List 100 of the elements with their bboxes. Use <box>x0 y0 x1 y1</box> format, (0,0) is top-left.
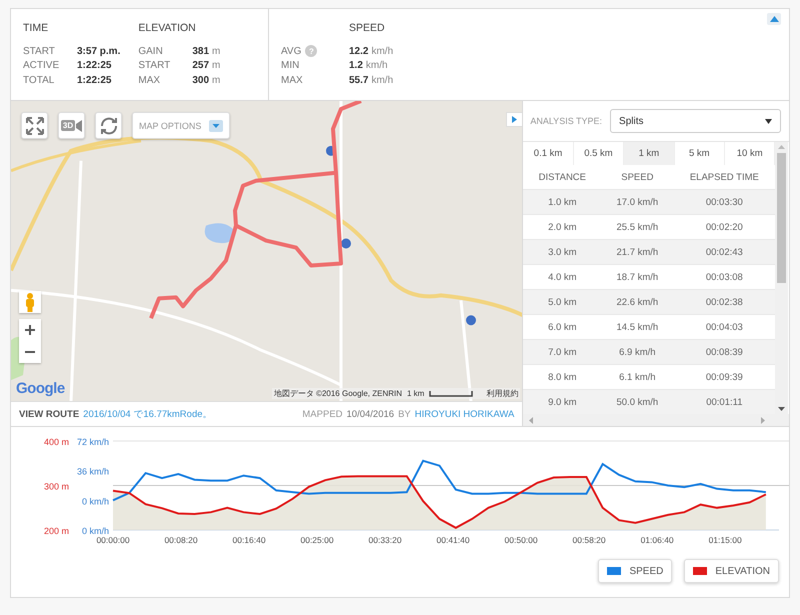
panel-toggle-button[interactable] <box>506 112 522 127</box>
scroll-right-icon[interactable] <box>761 416 765 424</box>
caret-right-icon <box>512 116 518 123</box>
section-title: TIME <box>23 22 50 34</box>
person-icon <box>25 292 35 312</box>
axis-tick-label: 200 m <box>44 526 69 536</box>
by-label: BY <box>398 408 411 420</box>
plus-icon <box>25 325 35 335</box>
axis-tick-label: 300 m <box>44 482 69 492</box>
caret-up-icon <box>770 16 778 22</box>
table-cell-text: 1.0 km <box>547 196 578 208</box>
scrollbar[interactable] <box>775 142 788 414</box>
axis-tick-label: 36 km/h <box>76 466 109 477</box>
stat-label: START <box>23 46 55 57</box>
section-title: ELEVATION <box>138 22 197 34</box>
axis-tick-label: 00:25:00 <box>300 535 334 545</box>
stat-unit: km/h <box>371 74 394 86</box>
legend-button[interactable]: ELEVATION <box>684 559 779 583</box>
mapped-label: MAPPED <box>302 408 343 420</box>
table-cell-text: 18.7 km/h <box>615 272 660 282</box>
map-logo: Google <box>16 380 65 398</box>
axis-tick-label: 00:33:20 <box>368 535 402 545</box>
scroll-left-icon[interactable] <box>529 416 534 424</box>
column-header: ELAPSED TIME <box>688 172 760 182</box>
stat-value: 12.2 <box>349 46 368 57</box>
scroll-up-icon[interactable] <box>778 145 786 149</box>
stat-value: 55.7 <box>349 74 368 86</box>
street-view-button[interactable] <box>19 291 41 313</box>
stat-value: 1:22:25 <box>77 60 112 72</box>
table-cell-text: 00:02:20 <box>704 222 744 232</box>
dropdown-icon <box>209 120 224 132</box>
analysis-type-select[interactable]: Splits <box>610 109 781 133</box>
expand-icon <box>24 116 44 136</box>
stat-unit: km/h <box>371 46 394 57</box>
stat-unit: m <box>212 74 220 86</box>
axis-tick-label: 00:16:40 <box>232 535 266 545</box>
axis-tick-label: 00:50:00 <box>504 535 538 545</box>
stat-label: MIN <box>281 60 300 72</box>
table-cell-text: 00:01:11 <box>705 396 744 408</box>
table-cell-text: 25.5 km/h <box>615 222 660 232</box>
minus-icon <box>25 351 35 353</box>
axis-tick-label: 00:58:20 <box>572 535 606 545</box>
axis-tick-label: 00:00:00 <box>96 535 130 545</box>
table-cell-text: 00:02:38 <box>704 296 744 308</box>
stat-label: START <box>138 60 170 72</box>
table-cell-text: 17.0 km/h <box>615 196 660 208</box>
scale-label: 1 km <box>407 389 424 398</box>
table-cell-text: 4.0 km <box>547 272 578 282</box>
stat-label: TOTAL <box>23 74 54 86</box>
table-cell-text: 22.6 km/h <box>615 296 660 308</box>
stat-unit: m <box>212 46 220 57</box>
section-title: SPEED <box>349 22 386 34</box>
axis-tick-label: 01:15:00 <box>708 535 742 545</box>
stat-value: 3:57 p.m. <box>77 46 120 57</box>
column-header: DISTANCE <box>538 172 588 182</box>
axis-tick-label: 00:41:40 <box>436 535 470 545</box>
table-cell-text: 00:08:39 <box>704 346 744 358</box>
analysis-type-label: ANALYSIS TYPE: <box>530 116 602 126</box>
table-cell-text: 6.0 km <box>547 322 578 332</box>
table-cell-text: 2.0 km <box>547 222 578 232</box>
axis-tick-label: 0 km/h <box>82 526 109 536</box>
table-cell-text: 7.0 km <box>547 346 578 358</box>
map-attribution: 地図データ ©2016 Google, ZENRIN <box>274 388 402 400</box>
table-cell-text: 00:02:43 <box>704 246 744 258</box>
collapse-button[interactable] <box>767 13 781 25</box>
table-cell-text: 8.0 km <box>547 372 578 382</box>
table-cell-text: 00:09:39 <box>704 372 744 382</box>
table-cell-text: 00:03:30 <box>704 196 744 208</box>
scrollbar[interactable] <box>523 414 789 426</box>
scroll-down-icon[interactable] <box>778 407 786 411</box>
stat-value: 300 <box>192 74 210 86</box>
rotate-button[interactable] <box>95 112 122 139</box>
table-cell-text: 50.0 km/h <box>615 396 660 408</box>
stat-unit: m <box>212 60 220 72</box>
zoom-in-button[interactable] <box>19 319 41 341</box>
legend-button[interactable]: SPEED <box>598 559 672 583</box>
table-cell-text: 00:03:08 <box>704 272 744 282</box>
table-cell-text: 14.5 km/h <box>615 322 660 332</box>
axis-tick-label: 00:08:20 <box>164 535 198 545</box>
scale-bar-icon <box>429 390 474 397</box>
stat-value: 1:22:25 <box>77 74 112 86</box>
table-cell-text: 00:04:03 <box>704 322 744 332</box>
column-header: SPEED <box>620 172 654 182</box>
interval-tab[interactable]: 1 km <box>624 142 675 165</box>
axis-tick-label: 72 km/h <box>76 437 109 447</box>
table-cell-text: 6.1 km/h <box>618 372 657 382</box>
stat-value: 1.2 <box>349 60 363 72</box>
stat-unit: km/h <box>366 60 388 72</box>
mapped-date: 10/04/2016 <box>346 408 394 420</box>
view-route-label: VIEW ROUTE <box>19 408 80 420</box>
table-cell-text: 6.9 km/h <box>618 346 657 358</box>
zoom-out-button[interactable] <box>19 341 41 363</box>
table-cell-text: 5.0 km <box>547 296 578 308</box>
stat-label: AVG <box>281 46 302 57</box>
stat-label: MAX <box>281 74 303 86</box>
terms-link[interactable]: 利用規約 <box>486 388 518 400</box>
stat-label: MAX <box>138 74 160 86</box>
dropdown-icon <box>765 118 772 124</box>
fullscreen-button[interactable] <box>21 112 48 139</box>
stat-value: 381 <box>192 46 210 57</box>
